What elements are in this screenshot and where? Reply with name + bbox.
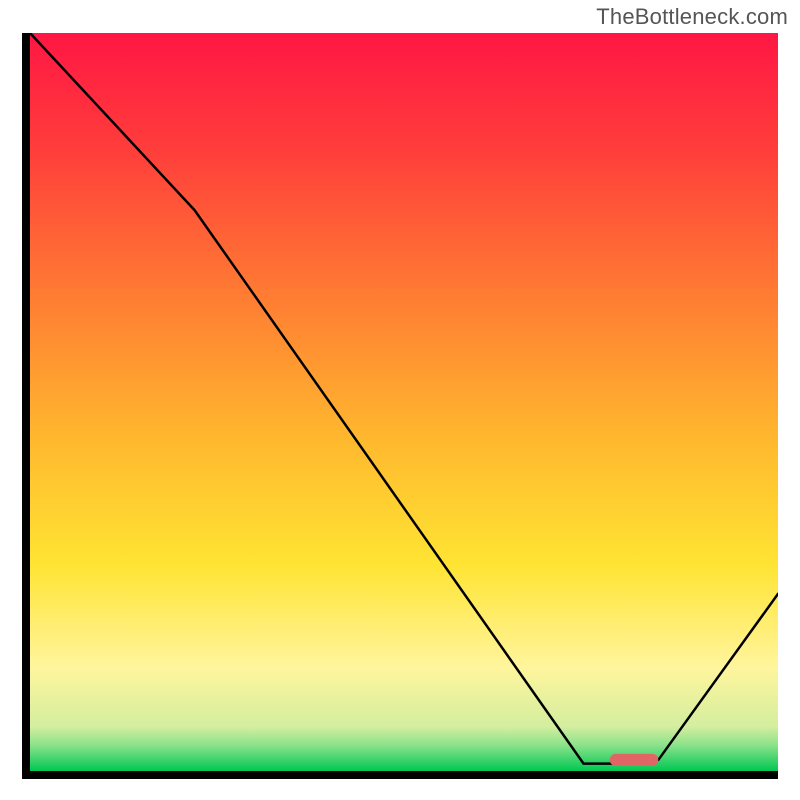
chart-background <box>30 33 778 771</box>
watermark: TheBottleneck.com <box>596 4 788 30</box>
chart-svg <box>22 33 778 779</box>
x-axis <box>22 771 778 779</box>
chart <box>22 33 778 779</box>
chart-marker <box>610 754 659 766</box>
chart-container: TheBottleneck.com <box>0 0 800 800</box>
y-axis <box>22 33 30 779</box>
